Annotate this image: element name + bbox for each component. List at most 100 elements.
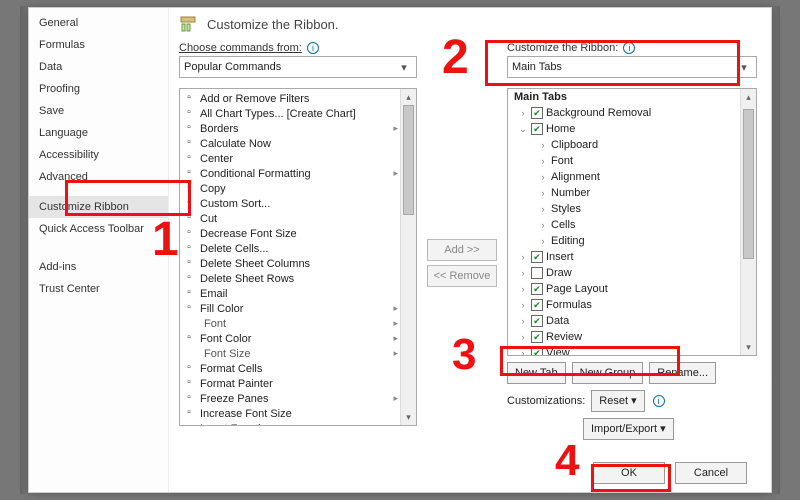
checkbox[interactable] — [531, 283, 543, 295]
command-item[interactable]: ▫Delete Sheet Rows — [182, 271, 400, 286]
chevron-right-icon[interactable]: › — [518, 300, 528, 310]
checkbox[interactable] — [531, 107, 543, 119]
new-group-button[interactable]: New Group — [572, 362, 644, 384]
scroll-thumb[interactable] — [403, 105, 414, 215]
sidebar-item-advanced[interactable]: Advanced — [29, 166, 168, 188]
chevron-down-icon[interactable]: ⌄ — [518, 124, 528, 135]
command-item[interactable]: ▫Insert Function... — [182, 421, 400, 426]
command-item[interactable]: Font▸ — [182, 316, 400, 331]
scroll-up-icon[interactable]: ▴ — [401, 89, 416, 105]
sidebar-item-proofing[interactable]: Proofing — [29, 78, 168, 100]
sidebar-item-general[interactable]: General — [29, 12, 168, 34]
command-item[interactable]: ▫Email — [182, 286, 400, 301]
chevron-right-icon[interactable]: › — [538, 188, 548, 198]
tree-item-review[interactable]: ›Review — [512, 329, 738, 345]
command-item[interactable]: ▫Font Color▸ — [182, 331, 400, 346]
tree-item-styles[interactable]: ›Styles — [512, 201, 738, 217]
tree-item-page-layout[interactable]: ›Page Layout — [512, 281, 738, 297]
tree-item-insert[interactable]: ›Insert — [512, 249, 738, 265]
command-item[interactable]: ▫Increase Font Size — [182, 406, 400, 421]
tree-item-cells[interactable]: ›Cells — [512, 217, 738, 233]
ok-button[interactable]: OK — [593, 462, 665, 484]
command-item[interactable]: Font Size▸ — [182, 346, 400, 361]
scroll-down-icon[interactable]: ▾ — [741, 339, 756, 355]
sidebar-item-accessibility[interactable]: Accessibility — [29, 144, 168, 166]
chevron-right-icon[interactable]: › — [538, 172, 548, 182]
info-icon[interactable]: i — [623, 42, 635, 54]
command-item[interactable]: ▫Delete Cells... — [182, 241, 400, 256]
scrollbar[interactable]: ▴ ▾ — [400, 89, 416, 425]
sidebar-item-add-ins[interactable]: Add-ins — [29, 256, 168, 278]
checkbox[interactable] — [531, 331, 543, 343]
tree-item-home[interactable]: ⌄Home — [512, 121, 738, 137]
import-export-dropdown[interactable]: Import/Export ▾ — [583, 418, 674, 440]
new-tab-button[interactable]: New Tab — [507, 362, 566, 384]
cancel-button[interactable]: Cancel — [675, 462, 747, 484]
sidebar-item-customize-ribbon[interactable]: Customize Ribbon — [29, 196, 168, 218]
command-item[interactable]: ▫Custom Sort... — [182, 196, 400, 211]
sidebar-item-data[interactable]: Data — [29, 56, 168, 78]
sidebar-item-language[interactable]: Language — [29, 122, 168, 144]
choose-commands-combo[interactable]: Popular Commands ▾ — [179, 56, 417, 78]
sidebar-item-formulas[interactable]: Formulas — [29, 34, 168, 56]
chevron-right-icon[interactable]: › — [538, 140, 548, 150]
scrollbar[interactable]: ▴ ▾ — [740, 89, 756, 355]
command-item[interactable]: ▫Freeze Panes▸ — [182, 391, 400, 406]
tree-item-draw[interactable]: ›Draw — [512, 265, 738, 281]
chevron-right-icon[interactable]: › — [518, 108, 528, 118]
tree-item-view[interactable]: ›View — [512, 345, 738, 356]
tree-item-clipboard[interactable]: ›Clipboard — [512, 137, 738, 153]
command-item[interactable]: ▫All Chart Types... [Create Chart] — [182, 106, 400, 121]
reset-dropdown[interactable]: Reset ▾ — [591, 390, 644, 412]
command-item[interactable]: ▫Format Cells — [182, 361, 400, 376]
info-icon[interactable]: i — [653, 395, 665, 407]
ribbon-tree[interactable]: Main Tabs ▴ ▾ ›Background Removal⌄Home›C… — [507, 88, 757, 356]
tree-item-font[interactable]: ›Font — [512, 153, 738, 169]
chevron-right-icon[interactable]: › — [518, 332, 528, 342]
scroll-down-icon[interactable]: ▾ — [401, 409, 416, 425]
tree-item-formulas[interactable]: ›Formulas — [512, 297, 738, 313]
scroll-up-icon[interactable]: ▴ — [741, 89, 756, 105]
chevron-right-icon[interactable]: › — [518, 284, 528, 294]
command-item[interactable]: ▫Delete Sheet Columns — [182, 256, 400, 271]
checkbox[interactable] — [531, 347, 543, 356]
checkbox[interactable] — [531, 299, 543, 311]
chevron-right-icon[interactable]: › — [518, 268, 528, 278]
tree-item-background-removal[interactable]: ›Background Removal — [512, 105, 738, 121]
add-button[interactable]: Add >> — [427, 239, 497, 261]
command-item[interactable]: ▫Cut — [182, 211, 400, 226]
command-item[interactable]: ▫Conditional Formatting▸ — [182, 166, 400, 181]
scroll-thumb[interactable] — [743, 109, 754, 259]
tree-item-number[interactable]: ›Number — [512, 185, 738, 201]
rename-button[interactable]: Rename... — [649, 362, 716, 384]
chevron-right-icon[interactable]: › — [538, 156, 548, 166]
checkbox[interactable] — [531, 315, 543, 327]
command-item[interactable]: ▫Decrease Font Size — [182, 226, 400, 241]
command-item[interactable]: ▫Copy — [182, 181, 400, 196]
sidebar-item-quick-access-toolbar[interactable]: Quick Access Toolbar — [29, 218, 168, 240]
chevron-right-icon[interactable]: › — [518, 252, 528, 262]
command-item[interactable]: ▫Format Painter — [182, 376, 400, 391]
command-item[interactable]: ▫Borders▸ — [182, 121, 400, 136]
command-item[interactable]: ▫Fill Color▸ — [182, 301, 400, 316]
remove-button[interactable]: << Remove — [427, 265, 497, 287]
checkbox[interactable] — [531, 251, 543, 263]
sidebar-item-trust-center[interactable]: Trust Center — [29, 278, 168, 300]
chevron-right-icon[interactable]: › — [538, 204, 548, 214]
chevron-right-icon[interactable]: › — [538, 236, 548, 246]
chevron-right-icon[interactable]: › — [518, 348, 528, 356]
tree-item-data[interactable]: ›Data — [512, 313, 738, 329]
sidebar-item-save[interactable]: Save — [29, 100, 168, 122]
commands-listbox[interactable]: ▫Add or Remove Filters▫All Chart Types..… — [179, 88, 417, 426]
command-item[interactable]: ▫Calculate Now — [182, 136, 400, 151]
checkbox[interactable] — [531, 267, 543, 279]
tree-item-editing[interactable]: ›Editing — [512, 233, 738, 249]
command-item[interactable]: ▫Center — [182, 151, 400, 166]
chevron-right-icon[interactable]: › — [518, 316, 528, 326]
checkbox[interactable] — [531, 123, 543, 135]
chevron-right-icon[interactable]: › — [538, 220, 548, 230]
tree-item-alignment[interactable]: ›Alignment — [512, 169, 738, 185]
ribbon-scope-combo[interactable]: Main Tabs ▾ — [507, 56, 757, 78]
info-icon[interactable]: i — [307, 42, 319, 54]
command-item[interactable]: ▫Add or Remove Filters — [182, 91, 400, 106]
